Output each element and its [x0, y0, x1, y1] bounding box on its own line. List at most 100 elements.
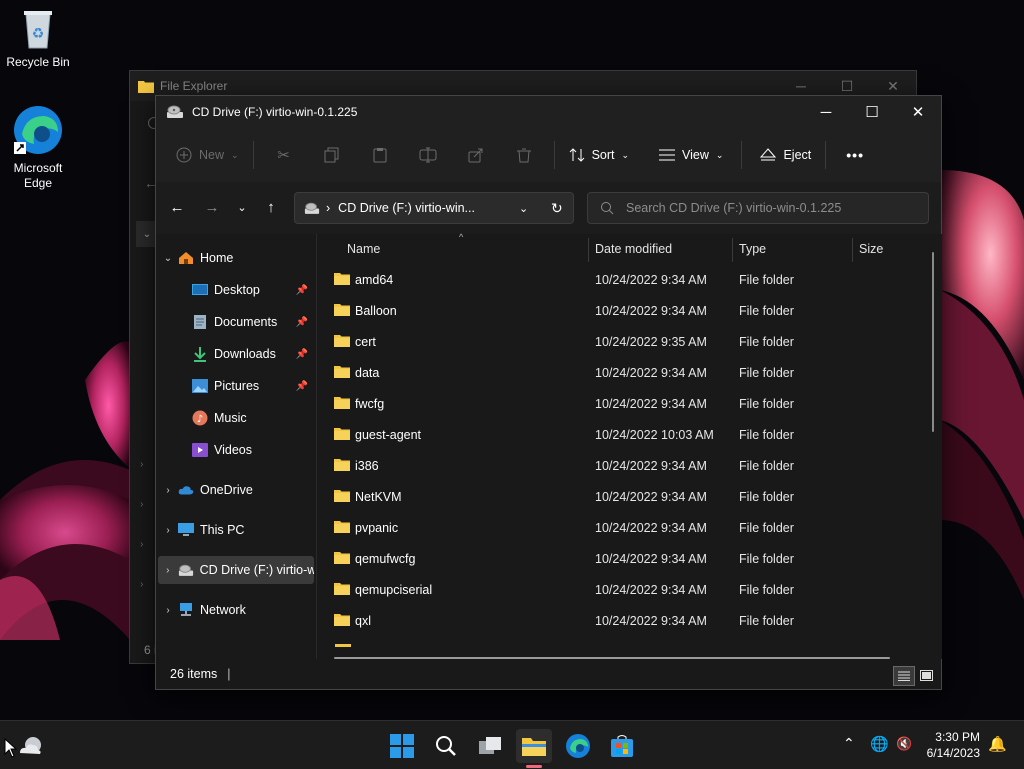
- file-row[interactable]: qxl 10/24/2022 9:34 AM File folder: [327, 605, 927, 636]
- explorer-window[interactable]: CD Drive (F:) virtio-win-0.1.225 ─ ☐ ✕ N…: [155, 95, 942, 690]
- file-row[interactable]: data 10/24/2022 9:34 AM File folder: [327, 357, 927, 388]
- address-dropdown-icon[interactable]: ⌄: [519, 202, 528, 215]
- column-header-size[interactable]: Size: [859, 234, 883, 264]
- column-header-date[interactable]: Date modified: [595, 234, 672, 264]
- nav-item-videos[interactable]: Videos: [158, 436, 314, 464]
- refresh-icon[interactable]: ↻: [551, 200, 563, 217]
- nav-item-music[interactable]: ♪ Music: [158, 404, 314, 432]
- search-box[interactable]: [587, 192, 929, 224]
- chevron-up-icon[interactable]: ⌃: [843, 735, 855, 752]
- column-header-name[interactable]: Name: [347, 234, 380, 264]
- nav-item-downloads[interactable]: Downloads 📌: [158, 340, 314, 368]
- file-row[interactable]: qemupciserial 10/24/2022 9:34 AM File fold…: [327, 574, 927, 605]
- bg-chevron-icon[interactable]: ›: [140, 539, 143, 550]
- minimize-button[interactable]: ─: [803, 96, 849, 128]
- view-button[interactable]: View ⌄: [651, 138, 731, 172]
- nav-item-network[interactable]: › Network: [158, 596, 314, 624]
- search-button[interactable]: [428, 729, 464, 763]
- rename-button[interactable]: [404, 138, 452, 172]
- more-options-button[interactable]: •••: [838, 138, 872, 172]
- bg-chevron-icon[interactable]: ›: [140, 499, 143, 510]
- nav-item-pictures[interactable]: Pictures 📌: [158, 372, 314, 400]
- pin-icon[interactable]: 📌: [296, 317, 308, 328]
- column-divider[interactable]: [852, 238, 853, 262]
- speaker-muted-icon[interactable]: 🔇: [896, 736, 912, 752]
- recent-locations-button[interactable]: ⌄: [229, 194, 255, 220]
- column-divider[interactable]: [732, 238, 733, 262]
- clock[interactable]: 3:30 PM 6/14/2023: [927, 729, 980, 761]
- nav-item-documents[interactable]: Documents 📌: [158, 308, 314, 336]
- maximize-button[interactable]: ☐: [849, 96, 895, 128]
- up-button[interactable]: ↑: [258, 194, 284, 220]
- language-globe-icon[interactable]: 🌐: [870, 735, 889, 753]
- chevron-right-icon[interactable]: ›: [158, 605, 178, 616]
- pin-icon[interactable]: 📌: [296, 381, 308, 392]
- copy-button[interactable]: [308, 138, 356, 172]
- start-button[interactable]: [384, 729, 420, 763]
- bg-chevron-icon[interactable]: ›: [140, 579, 143, 590]
- rename-icon: [419, 147, 437, 163]
- details-view-button[interactable]: [893, 666, 915, 686]
- delete-button[interactable]: [500, 138, 548, 172]
- tiles-view-button[interactable]: [916, 666, 936, 684]
- file-row[interactable]: guest-agent 10/24/2022 10:03 AM File folde…: [327, 419, 927, 450]
- column-divider[interactable]: [588, 238, 589, 262]
- bg-chevron-icon[interactable]: ›: [140, 459, 143, 470]
- task-view-button[interactable]: [472, 729, 508, 763]
- plus-circle-icon: [176, 147, 192, 163]
- file-name: qemufwcfg: [355, 551, 416, 566]
- file-row[interactable]: NetKVM 10/24/2022 9:34 AM File folder: [327, 481, 927, 512]
- folder-icon: [138, 81, 154, 93]
- weather-widget[interactable]: [14, 729, 48, 763]
- nav-item-home[interactable]: ⌄ Home: [158, 244, 314, 272]
- share-button[interactable]: [452, 138, 500, 172]
- file-row[interactable]: Balloon 10/24/2022 9:34 AM File folder: [327, 295, 927, 326]
- new-button[interactable]: New ⌄: [168, 138, 247, 172]
- vertical-scrollbar[interactable]: [932, 252, 934, 432]
- toolbar-divider: [741, 141, 743, 169]
- file-row[interactable]: qemufwcfg 10/24/2022 9:34 AM File folder: [327, 543, 927, 574]
- recycle-bin-icon: ♻: [24, 11, 52, 49]
- pin-icon[interactable]: 📌: [296, 285, 308, 296]
- file-row[interactable]: fwcfg 10/24/2022 9:34 AM File folder: [327, 388, 927, 419]
- chevron-right-icon[interactable]: ›: [158, 485, 178, 496]
- sort-button[interactable]: Sort ⌄: [561, 138, 637, 172]
- search-icon: [436, 736, 456, 756]
- eject-icon: [760, 148, 777, 161]
- clock-date: 6/14/2023: [926, 746, 980, 760]
- nav-item-this-pc[interactable]: › This PC: [158, 516, 314, 544]
- paste-button[interactable]: [356, 138, 404, 172]
- file-type: File folder: [739, 365, 794, 380]
- notification-icon[interactable]: 🔔: [988, 735, 1007, 753]
- chevron-right-icon[interactable]: ›: [158, 565, 178, 576]
- edge-icon: [566, 734, 590, 758]
- file-row[interactable]: i386 10/24/2022 9:34 AM File folder: [327, 450, 927, 481]
- search-input[interactable]: [624, 200, 918, 216]
- recycle-bin-shortcut[interactable]: ♻ Recycle Bin: [0, 8, 76, 70]
- store-taskbar-button[interactable]: [604, 729, 640, 763]
- address-bar[interactable]: › CD Drive (F:) virtio-win... ⌄ ↻: [294, 192, 574, 224]
- back-button[interactable]: ←: [164, 194, 190, 220]
- cut-button[interactable]: ✂: [260, 138, 308, 172]
- file-explorer-taskbar-button[interactable]: [516, 729, 552, 768]
- forward-button[interactable]: →: [199, 194, 225, 220]
- edge-shortcut[interactable]: Microsoft Edge: [0, 104, 76, 191]
- pin-icon[interactable]: 📌: [296, 349, 308, 360]
- file-row[interactable]: amd64 10/24/2022 9:34 AM File folder: [327, 264, 927, 295]
- edge-taskbar-button[interactable]: [560, 729, 596, 763]
- sort-icon: [569, 148, 584, 162]
- nav-item-desktop[interactable]: Desktop 📌: [158, 276, 314, 304]
- nav-item-cd-drive[interactable]: › CD Drive (F:) virtio-w: [158, 556, 314, 584]
- chevron-down-icon[interactable]: ⌄: [158, 253, 178, 264]
- breadcrumb[interactable]: CD Drive (F:) virtio-win...: [338, 201, 475, 215]
- file-row[interactable]: cert 10/24/2022 9:35 AM File folder: [327, 326, 927, 357]
- mouse-cursor-icon: [4, 738, 18, 758]
- windows-logo-icon: [390, 734, 414, 758]
- column-header-type[interactable]: Type: [739, 234, 766, 264]
- close-button[interactable]: ✕: [895, 96, 941, 128]
- eject-button[interactable]: Eject: [752, 138, 819, 172]
- nav-item-onedrive[interactable]: › OneDrive: [158, 476, 314, 504]
- chevron-right-icon[interactable]: ›: [158, 525, 178, 536]
- scissors-icon: ✂: [277, 147, 290, 164]
- file-row[interactable]: pvpanic 10/24/2022 9:34 AM File folder: [327, 512, 927, 543]
